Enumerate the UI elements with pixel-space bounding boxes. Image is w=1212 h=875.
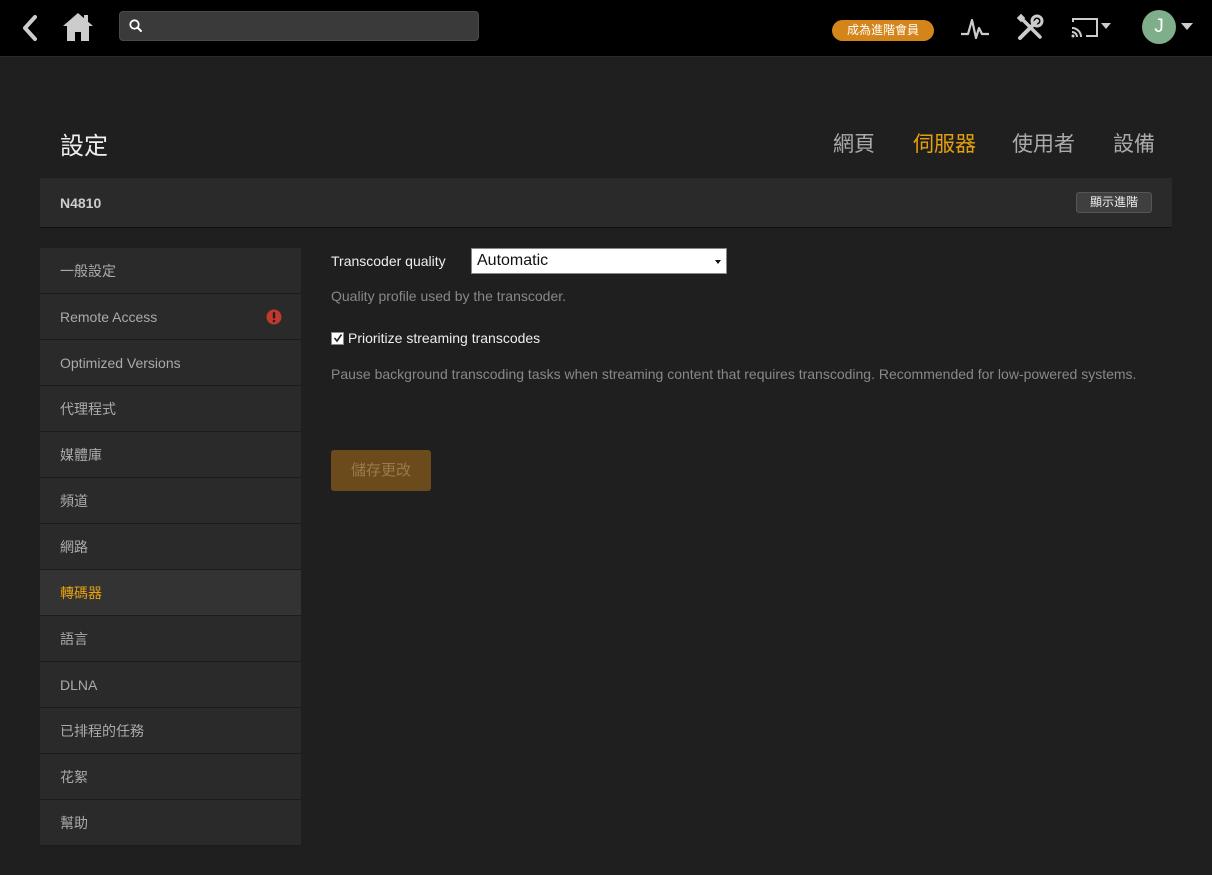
prioritize-checkbox[interactable] <box>331 332 344 345</box>
cast-button[interactable] <box>1070 16 1114 40</box>
sidebar-item-agents[interactable]: 代理程式 <box>40 386 301 432</box>
activity-pulse-icon <box>961 18 989 40</box>
chevron-down-icon[interactable] <box>1181 23 1193 31</box>
tab-devices[interactable]: 設備 <box>1113 128 1155 158</box>
cast-icon <box>1071 18 1111 38</box>
transcoder-quality-row: Transcoder quality Automatic <box>331 248 1161 274</box>
sidebar-item-network[interactable]: 網路 <box>40 524 301 570</box>
prioritize-help: Pause background transcoding tasks when … <box>331 366 1137 382</box>
sidebar-item-label: 花絮 <box>60 769 88 785</box>
checkmark-icon <box>333 334 343 343</box>
sidebar-item-general[interactable]: 一般設定 <box>40 248 301 294</box>
sidebar-item-dlna[interactable]: DLNA <box>40 662 301 708</box>
activity-button[interactable] <box>960 14 990 42</box>
user-avatar[interactable]: J <box>1142 10 1176 44</box>
sidebar-item-label: 轉碼器 <box>60 585 102 601</box>
search-input[interactable] <box>150 12 470 40</box>
server-bar: N4810 顯示進階 <box>40 178 1172 228</box>
sidebar-item-label: 頻道 <box>60 493 88 509</box>
wrench-screwdriver-icon <box>1016 13 1044 40</box>
chevron-left-icon <box>23 15 37 41</box>
go-premium-button[interactable]: 成為進階會員 <box>832 20 934 41</box>
transcoder-quality-select[interactable]: Automatic <box>471 248 727 274</box>
sidebar-item-label: 一般設定 <box>60 263 116 279</box>
sidebar-item-label: 幫助 <box>60 815 88 831</box>
tab-server[interactable]: 伺服器 <box>913 128 976 158</box>
sidebar-item-language[interactable]: 語言 <box>40 616 301 662</box>
sidebar-item-library[interactable]: 媒體庫 <box>40 432 301 478</box>
sidebar-item-extras[interactable]: 花絮 <box>40 754 301 800</box>
dropdown-caret-icon <box>715 260 721 264</box>
sidebar-item-remote-access[interactable]: Remote Access <box>40 294 301 340</box>
settings-sidebar: 一般設定 Remote Access Optimized Versions 代理… <box>40 248 301 846</box>
show-advanced-button[interactable]: 顯示進階 <box>1076 192 1152 213</box>
settings-button[interactable] <box>1015 13 1045 43</box>
sidebar-item-label: 網路 <box>60 539 88 555</box>
transcoder-settings-panel: Transcoder quality Automatic Quality pro… <box>331 248 1161 491</box>
home-button[interactable] <box>62 11 94 43</box>
sidebar-item-label: 已排程的任務 <box>60 723 144 739</box>
search-icon <box>129 19 142 32</box>
transcoder-quality-value: Automatic <box>477 252 549 269</box>
save-changes-button[interactable]: 儲存更改 <box>331 450 431 491</box>
transcoder-quality-label: Transcoder quality <box>331 253 446 269</box>
tab-web[interactable]: 網頁 <box>833 128 875 158</box>
home-icon <box>63 13 93 41</box>
sidebar-item-label: 語言 <box>60 631 88 647</box>
alert-icon <box>266 309 282 325</box>
sidebar-item-help[interactable]: 幫助 <box>40 800 301 846</box>
prioritize-label[interactable]: Prioritize streaming transcodes <box>348 330 540 346</box>
sidebar-item-label: DLNA <box>60 677 98 693</box>
sidebar-item-channels[interactable]: 頻道 <box>40 478 301 524</box>
transcoder-quality-help: Quality profile used by the transcoder. <box>331 288 567 304</box>
back-button[interactable] <box>18 14 42 42</box>
search-box[interactable] <box>119 11 479 41</box>
sidebar-item-label: 代理程式 <box>60 401 116 417</box>
settings-tabs: 網頁 伺服器 使用者 設備 <box>0 128 1212 158</box>
sidebar-item-transcoder[interactable]: 轉碼器 <box>40 570 301 616</box>
sidebar-item-optimized-versions[interactable]: Optimized Versions <box>40 340 301 386</box>
tab-users[interactable]: 使用者 <box>1012 128 1075 158</box>
sidebar-item-scheduled-tasks[interactable]: 已排程的任務 <box>40 708 301 754</box>
sidebar-item-label: 媒體庫 <box>60 447 102 463</box>
sidebar-item-label: Remote Access <box>60 309 158 325</box>
top-bar: 成為進階會員 J <box>0 0 1212 57</box>
sidebar-item-label: Optimized Versions <box>60 355 181 371</box>
server-name: N4810 <box>60 195 102 211</box>
